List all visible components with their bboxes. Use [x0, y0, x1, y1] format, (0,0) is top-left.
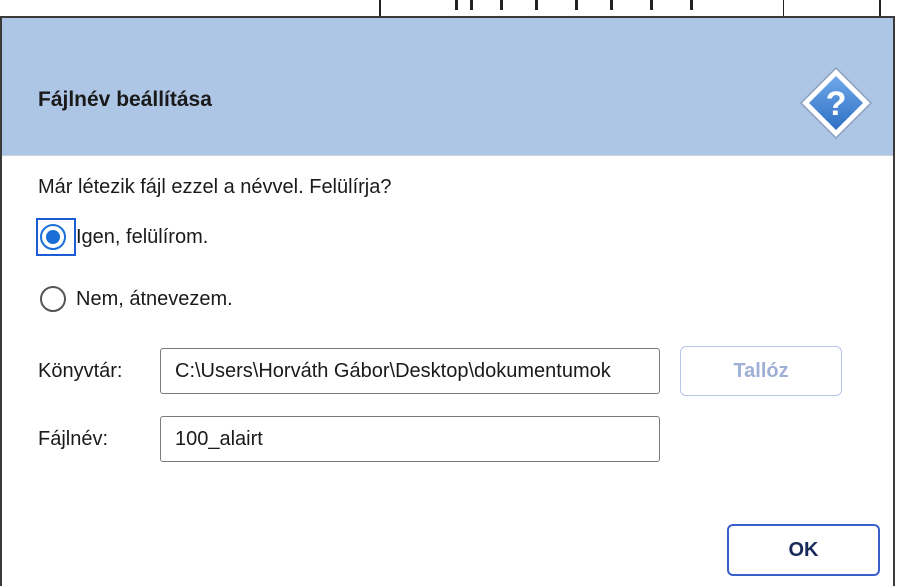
option-overwrite[interactable]: Igen, felülírom. [38, 220, 208, 254]
radio-overwrite[interactable] [40, 224, 66, 250]
filename-label: Fájlnév: [38, 428, 109, 450]
svg-text:?: ? [826, 85, 847, 123]
filename-field[interactable]: 100_alairt [160, 416, 660, 462]
header-separator [2, 155, 893, 156]
option-overwrite-label[interactable]: Igen, felülírom. [76, 226, 208, 249]
background-divider [783, 0, 784, 16]
background-window [0, 0, 897, 16]
directory-field[interactable]: C:\Users\Horváth Gábor\Desktop\dokumentu… [160, 348, 660, 394]
file-name-dialog: Fájlnév beállítása ? Már létezik fájl ez… [0, 16, 895, 586]
background-mark [690, 0, 693, 10]
background-divider [879, 0, 881, 16]
screen: Fájlnév beállítása ? Már létezik fájl ez… [0, 0, 897, 586]
background-mark [455, 0, 458, 10]
browse-button[interactable]: Tallóz [680, 346, 842, 396]
radio-rename[interactable] [40, 286, 66, 312]
radio-selected-dot [46, 230, 60, 244]
background-mark [575, 0, 578, 10]
background-mark [500, 0, 503, 10]
ok-button[interactable]: OK [727, 524, 880, 576]
option-rename[interactable]: Nem, átnevezem. [38, 282, 233, 316]
dialog-title: Fájlnév beállítása [38, 88, 212, 111]
dialog-header: Fájlnév beállítása ? [2, 18, 893, 155]
background-mark [650, 0, 653, 10]
background-mark [470, 0, 473, 10]
background-mark [535, 0, 538, 10]
directory-label: Könyvtár: [38, 360, 123, 382]
background-divider [379, 0, 381, 16]
help-question-icon: ? [799, 66, 873, 140]
option-rename-label[interactable]: Nem, átnevezem. [76, 288, 233, 311]
overwrite-question: Már létezik fájl ezzel a névvel. Felülír… [38, 176, 392, 198]
background-mark [610, 0, 613, 10]
